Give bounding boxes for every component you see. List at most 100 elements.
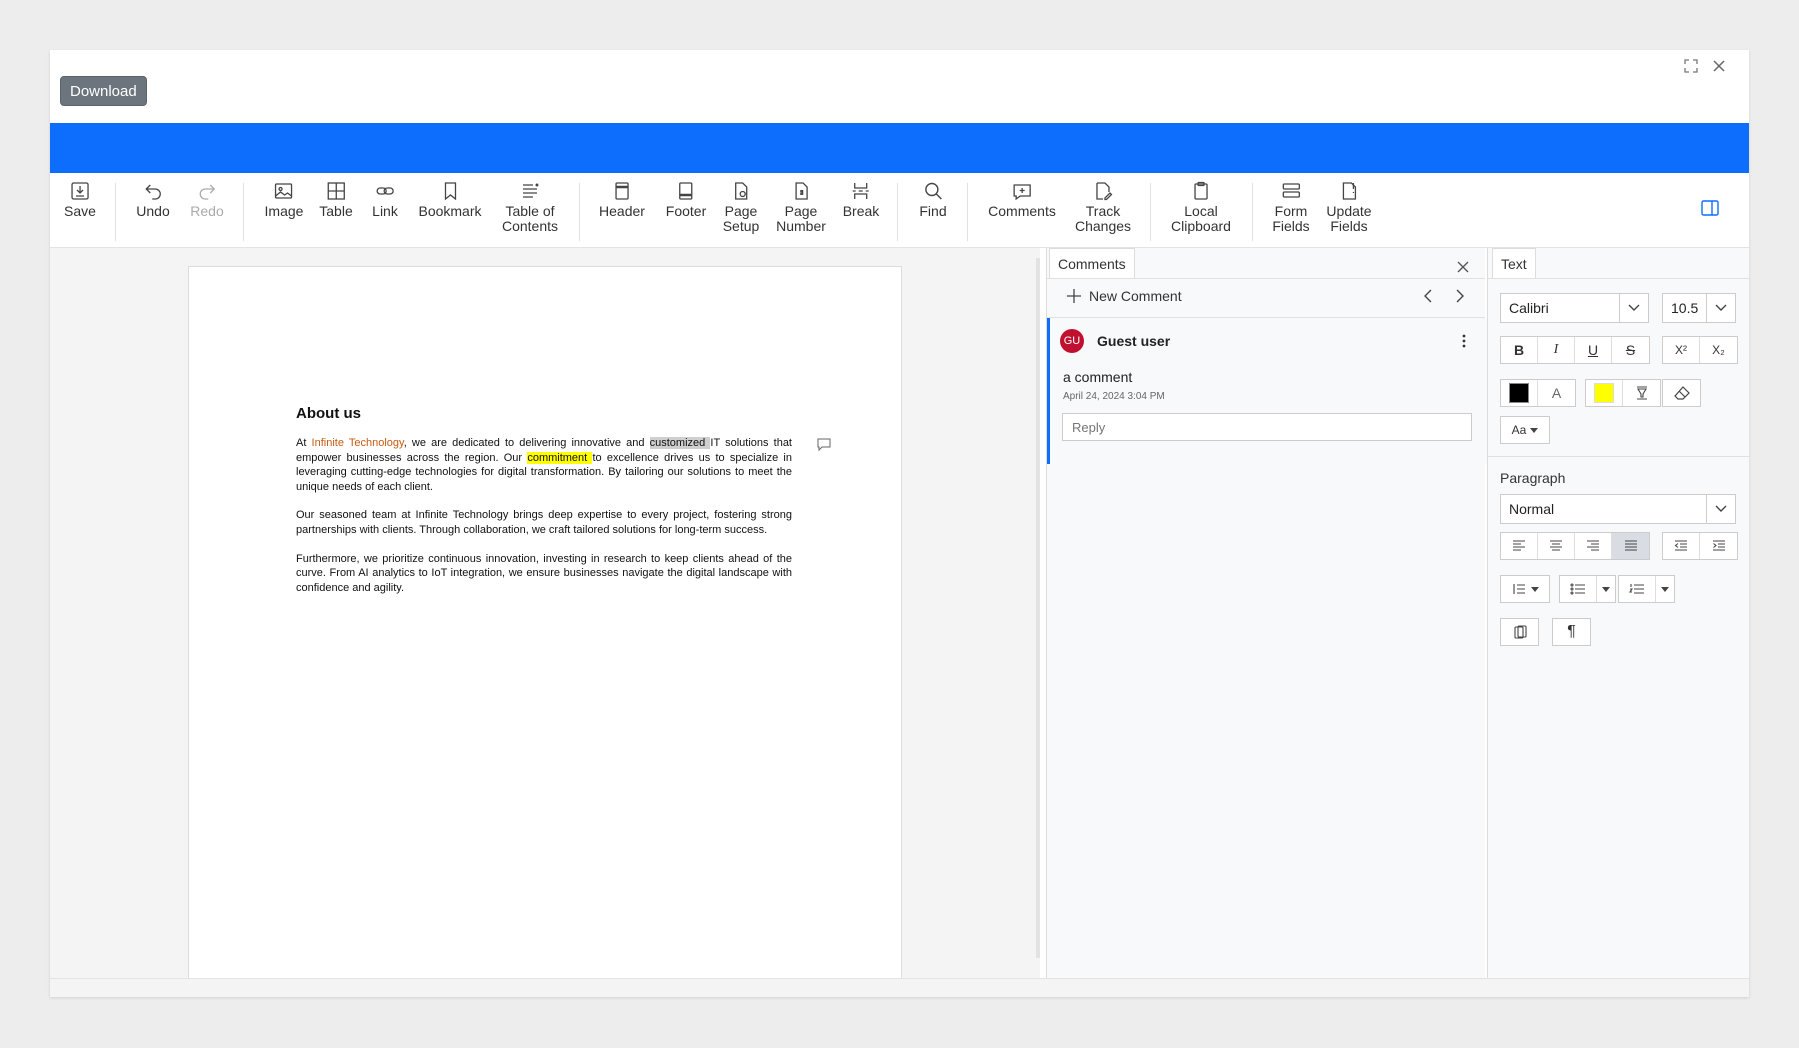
numbering-group [1618,575,1675,603]
link-icon [376,187,394,195]
bold-button[interactable]: B [1501,337,1538,363]
paragraph-style-dropdown[interactable]: Normal [1500,494,1736,524]
align-left-icon[interactable] [1501,533,1538,559]
tab-text[interactable]: Text [1492,248,1536,279]
header-button[interactable]: Header [599,181,645,219]
toolbar-separator [897,183,898,241]
highlight-color-button[interactable] [1586,380,1623,406]
image-icon [275,183,293,199]
tab-comments[interactable]: Comments [1049,248,1135,279]
page-setup-button[interactable]: Page Setup [723,181,759,234]
status-bar [50,978,1749,997]
font-family-dropdown[interactable]: Calibri [1500,293,1649,323]
comment-marker-icon[interactable] [817,438,831,456]
new-comment-button[interactable]: New Comment [1067,288,1182,304]
comments-button[interactable]: Comments [988,181,1056,219]
line-spacing-icon[interactable] [1501,576,1549,602]
paste-group [1500,618,1539,646]
text-format-group: B I U S [1500,336,1650,364]
close-icon[interactable] [1711,58,1727,74]
paste-icon[interactable] [1501,619,1538,645]
document-page[interactable]: About us At Infinite Technology, we are … [188,266,902,978]
comments-toolbar: New Comment [1047,278,1485,318]
numbered-list-icon[interactable] [1619,576,1656,602]
document-viewer: About us At Infinite Technology, we are … [50,248,1040,978]
find-button[interactable]: Find [919,181,947,219]
page-setup-icon [735,182,748,200]
bookmark-button[interactable]: Bookmark [418,181,482,219]
form-fields-icon [1282,183,1300,198]
more-options-icon[interactable] [1462,334,1466,353]
toolbar-separator [967,183,968,241]
clipboard-icon [1194,181,1208,200]
toolbar-separator [579,183,580,241]
comment-author: Guest user [1097,333,1171,349]
update-fields-icon [1342,182,1356,200]
document-heading: About us [296,405,361,422]
redo-button[interactable]: Redo [190,181,224,219]
undo-button[interactable]: Undo [136,181,170,219]
highlighted-text: commitment [527,451,593,464]
header-icon [615,182,629,200]
clear-format-group [1662,379,1701,407]
comment-item[interactable]: GU Guest user a comment April 24, 2024 3… [1047,318,1488,464]
commented-text-highlight: customized [649,437,711,449]
table-of-contents-button[interactable]: Table of Contents [502,181,558,234]
align-right-icon[interactable] [1575,533,1612,559]
save-button[interactable]: Save [64,181,96,219]
highlight-color-group [1585,379,1661,407]
font-size-dropdown[interactable]: 10.5 [1662,293,1736,323]
title-bar [50,123,1749,173]
line-spacing-group [1500,575,1550,603]
underline-button[interactable]: U [1575,337,1612,363]
plus-icon [1067,289,1081,303]
font-color-button[interactable] [1501,380,1538,406]
insert-link-button[interactable]: Link [372,181,398,219]
subscript-button[interactable]: X₂ [1700,337,1737,363]
strikethrough-button[interactable]: S [1612,337,1649,363]
properties-pane-toggle-icon[interactable] [1701,200,1719,221]
maximize-icon[interactable] [1683,58,1699,74]
change-case-group: Aa [1500,416,1550,444]
footer-button[interactable]: Footer [666,181,706,219]
alignment-group [1500,532,1650,560]
pilcrow-icon[interactable]: ¶ [1553,619,1590,645]
numbering-dropdown-icon[interactable] [1656,576,1674,602]
chevron-down-icon [1706,495,1735,523]
break-button[interactable]: Break [843,181,879,219]
change-case-button[interactable]: Aa [1501,417,1549,443]
form-fields-button[interactable]: Form Fields [1272,181,1310,234]
paragraph-section-label: Paragraph [1500,470,1566,486]
download-button[interactable]: Download [60,76,147,106]
italic-button[interactable]: I [1538,337,1575,363]
comment-timestamp: April 24, 2024 3:04 PM [1063,391,1165,402]
toolbar-separator [1252,183,1253,241]
align-justify-icon[interactable] [1612,533,1649,559]
next-comment-icon[interactable] [1455,289,1465,308]
page-number-button[interactable]: Page Number [776,181,826,234]
reply-input[interactable] [1062,413,1472,441]
highlighter-icon[interactable] [1623,380,1660,406]
search-icon [924,182,942,200]
window-controls [1683,58,1727,74]
track-changes-button[interactable]: Track Changes [1075,181,1131,234]
align-center-icon[interactable] [1538,533,1575,559]
close-comments-icon[interactable] [1457,260,1469,278]
comment-navigation [1423,289,1465,308]
local-clipboard-button[interactable]: Local Clipboard [1171,181,1231,234]
clear-formatting-icon[interactable] [1663,380,1700,406]
insert-image-button[interactable]: Image [265,181,303,219]
font-color-dropdown-icon[interactable]: A [1538,380,1575,406]
decrease-indent-icon[interactable] [1663,533,1700,559]
page-number-icon [795,182,808,200]
table-icon [327,182,345,200]
toolbar: Save Undo Redo Image Table Link Bookmark [50,173,1749,248]
vertical-scrollbar[interactable] [1036,258,1040,958]
update-fields-button[interactable]: Update Fields [1326,181,1372,234]
bullet-dropdown-icon[interactable] [1597,576,1615,602]
increase-indent-icon[interactable] [1700,533,1737,559]
superscript-button[interactable]: X² [1663,337,1700,363]
bullet-list-icon[interactable] [1560,576,1597,602]
insert-table-button[interactable]: Table [319,181,353,219]
previous-comment-icon[interactable] [1423,289,1433,308]
